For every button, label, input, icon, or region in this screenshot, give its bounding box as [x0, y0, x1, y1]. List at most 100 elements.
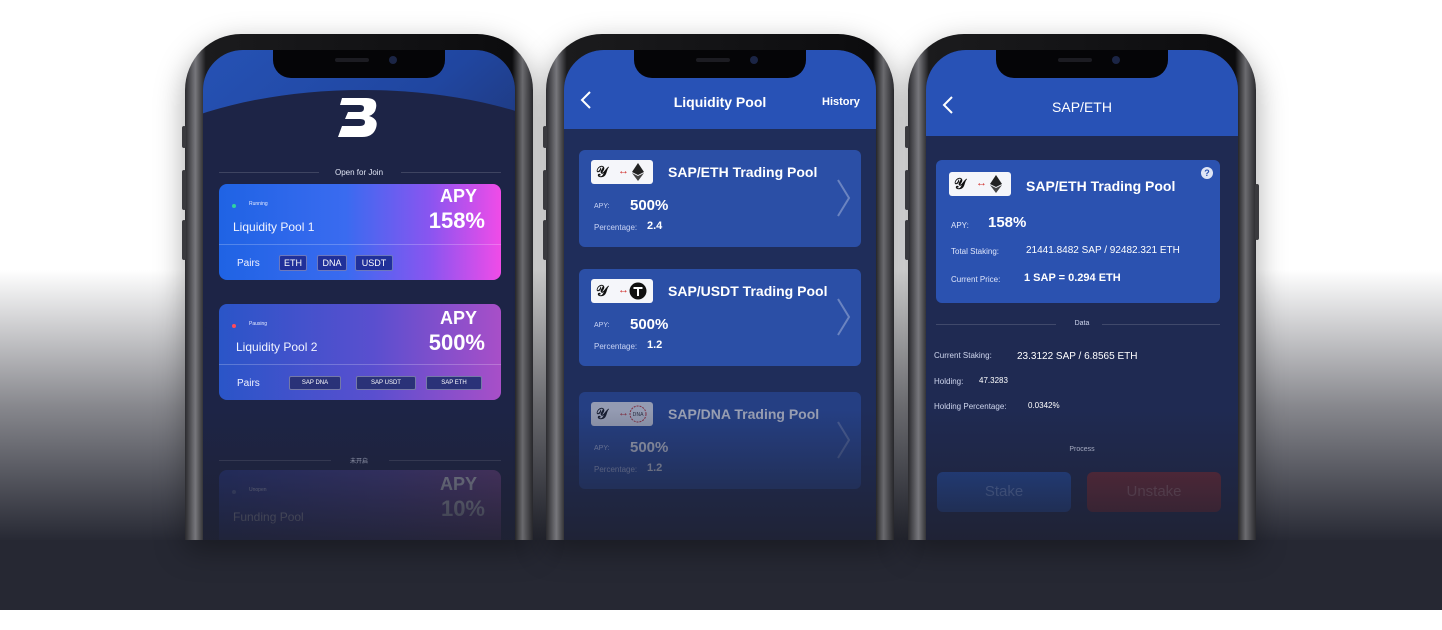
open-for-join-heading: Open for Join: [334, 168, 384, 177]
unstake-button[interactable]: Unstake: [1087, 472, 1221, 512]
swap-arrows-icon: ↔: [618, 284, 629, 296]
phone-pool-detail: SAP/ETH 𝒴 ↔ SAP/ETH Trading Pool ? APY: …: [905, 34, 1259, 540]
mute-switch: [543, 126, 547, 148]
volume-up-button: [905, 170, 909, 210]
pool-name: SAP/ETH Trading Pool: [1026, 178, 1176, 194]
screen: Open for Join Running Liquidity Pool 1 A…: [203, 50, 515, 540]
current-staking-value: 23.3122 SAP / 6.8565 ETH: [1017, 351, 1138, 362]
pair-tag: ETH: [279, 255, 307, 271]
history-link[interactable]: History: [822, 96, 860, 108]
pool-name: Liquidity Pool 1: [233, 220, 315, 234]
apy-label: APY:: [951, 221, 969, 230]
pool-name: SAP/USDT Trading Pool: [668, 283, 828, 299]
sap-token-icon: 𝒴: [596, 163, 608, 181]
sap-token-icon: 𝒴: [954, 175, 966, 193]
stake-button[interactable]: Stake: [937, 472, 1071, 512]
trading-pool-card-sap-eth[interactable]: 𝒴 ↔ SAP/ETH Trading Pool APY: 500% Perce…: [579, 150, 861, 247]
volume-up-button: [182, 170, 186, 210]
status-text: Unopen: [249, 487, 267, 493]
pair-tag: SAP DNA: [289, 376, 341, 390]
phone-pools-overview: Open for Join Running Liquidity Pool 1 A…: [182, 34, 533, 540]
percentage-label: Percentage:: [594, 342, 638, 351]
pair-tag: DNA: [317, 255, 347, 271]
apy-value: 158%: [428, 208, 485, 233]
percentage-value: 2.4: [647, 220, 663, 232]
apy-label: APY:: [594, 203, 610, 210]
volume-up-button: [543, 170, 547, 210]
volume-down-button: [905, 220, 909, 260]
holding-value: 47.3283: [979, 376, 1008, 385]
eth-token-icon: [990, 175, 1002, 193]
apy-label: APY:: [594, 445, 610, 452]
swap-arrows-icon: ↔: [618, 407, 629, 419]
eth-token-icon: [632, 163, 644, 181]
percentage-value: 1.2: [647, 462, 663, 474]
pairs-label: Pairs: [237, 258, 260, 269]
notch: [634, 50, 806, 78]
brand-logo-icon: [338, 98, 377, 137]
total-staking-label: Total Staking:: [951, 247, 1000, 256]
pair-tag: SAP USDT: [356, 376, 416, 390]
pool-name: SAP/DNA Trading Pool: [668, 406, 820, 422]
help-icon[interactable]: ?: [1201, 167, 1213, 179]
pair-tag: SAP ETH: [426, 376, 482, 390]
trading-pool-card-sap-dna[interactable]: 𝒴 ↔ DNA SAP/DNA Trading Pool APY: 500% P…: [579, 392, 861, 489]
status-dot: [232, 204, 236, 208]
holding-percentage-value: 0.0342%: [1028, 401, 1060, 410]
apy-value: 10%: [440, 496, 485, 521]
volume-down-button: [543, 220, 547, 260]
status-text: Running: [249, 201, 268, 207]
screen: SAP/ETH 𝒴 ↔ SAP/ETH Trading Pool ? APY: …: [926, 50, 1238, 540]
percentage-value: 1.2: [647, 339, 663, 351]
swap-arrows-icon: ↔: [976, 177, 987, 189]
pair-icon: 𝒴 ↔: [591, 279, 653, 303]
notch: [996, 50, 1168, 78]
screen: Liquidity Pool History 𝒴 ↔ SAP/ETH Tradi…: [564, 50, 876, 540]
apy-value: 158%: [988, 214, 1027, 231]
power-button: [1255, 184, 1259, 240]
status-dot: [232, 324, 236, 328]
current-staking-label: Current Staking:: [934, 351, 992, 360]
holding-percentage-label: Holding Percentage:: [934, 402, 1007, 411]
apy-label: APY: [439, 474, 477, 494]
process-section-heading: Process: [1069, 446, 1095, 453]
trading-pool-card-sap-usdt[interactable]: 𝒴 ↔ SAP/USDT Trading Pool APY: 500% Perc…: [579, 269, 861, 366]
chevron-right-icon: [837, 179, 851, 217]
pool-card-1[interactable]: Running Liquidity Pool 1 APY 158% Pairs …: [219, 184, 501, 280]
pair-icon: 𝒴 ↔: [591, 160, 653, 184]
phone-liquidity-pool: Liquidity Pool History 𝒴 ↔ SAP/ETH Tradi…: [543, 34, 894, 540]
volume-down-button: [182, 220, 186, 260]
apy-label: APY: [439, 308, 477, 328]
pool-card-2[interactable]: Pausing Liquidity Pool 2 APY 500% Pairs …: [219, 304, 501, 400]
apy-value: 500%: [630, 316, 669, 333]
chevron-right-icon: [837, 298, 851, 336]
mute-switch: [905, 126, 909, 148]
swap-arrows-icon: ↔: [618, 165, 629, 177]
pairs-label: Pairs: [237, 378, 260, 389]
svg-text:DNA: DNA: [632, 412, 644, 418]
apy-label: APY:: [594, 322, 610, 329]
pool-name: Funding Pool: [233, 510, 304, 524]
sap-token-icon: 𝒴: [596, 282, 608, 300]
apy-value: 500%: [630, 197, 669, 214]
current-price-value: 1 SAP = 0.294 ETH: [1024, 272, 1121, 284]
background-band: [0, 540, 1442, 609]
apy-value: 500%: [630, 439, 669, 456]
pool-name: Liquidity Pool 2: [236, 340, 318, 354]
pool-card-3[interactable]: Unopen Funding Pool APY 10%: [219, 470, 501, 540]
current-price-label: Current Price:: [951, 275, 1001, 284]
page-title: SAP/ETH: [1052, 99, 1112, 115]
percentage-label: Percentage:: [594, 465, 638, 474]
apy-label: APY: [439, 186, 477, 206]
holding-label: Holding:: [934, 377, 964, 386]
sap-token-icon: 𝒴: [596, 405, 608, 423]
usdt-token-icon: [629, 282, 647, 300]
notch: [273, 50, 445, 78]
pair-icon: 𝒴 ↔: [949, 172, 1011, 196]
total-staking-value: 21441.8482 SAP / 92482.321 ETH: [1026, 245, 1180, 256]
pair-tag: USDT: [355, 255, 393, 271]
status-text: Pausing: [249, 321, 268, 327]
status-dot: [232, 490, 236, 494]
pair-icon: 𝒴 ↔ DNA: [591, 402, 653, 426]
chevron-right-icon: [837, 421, 851, 459]
